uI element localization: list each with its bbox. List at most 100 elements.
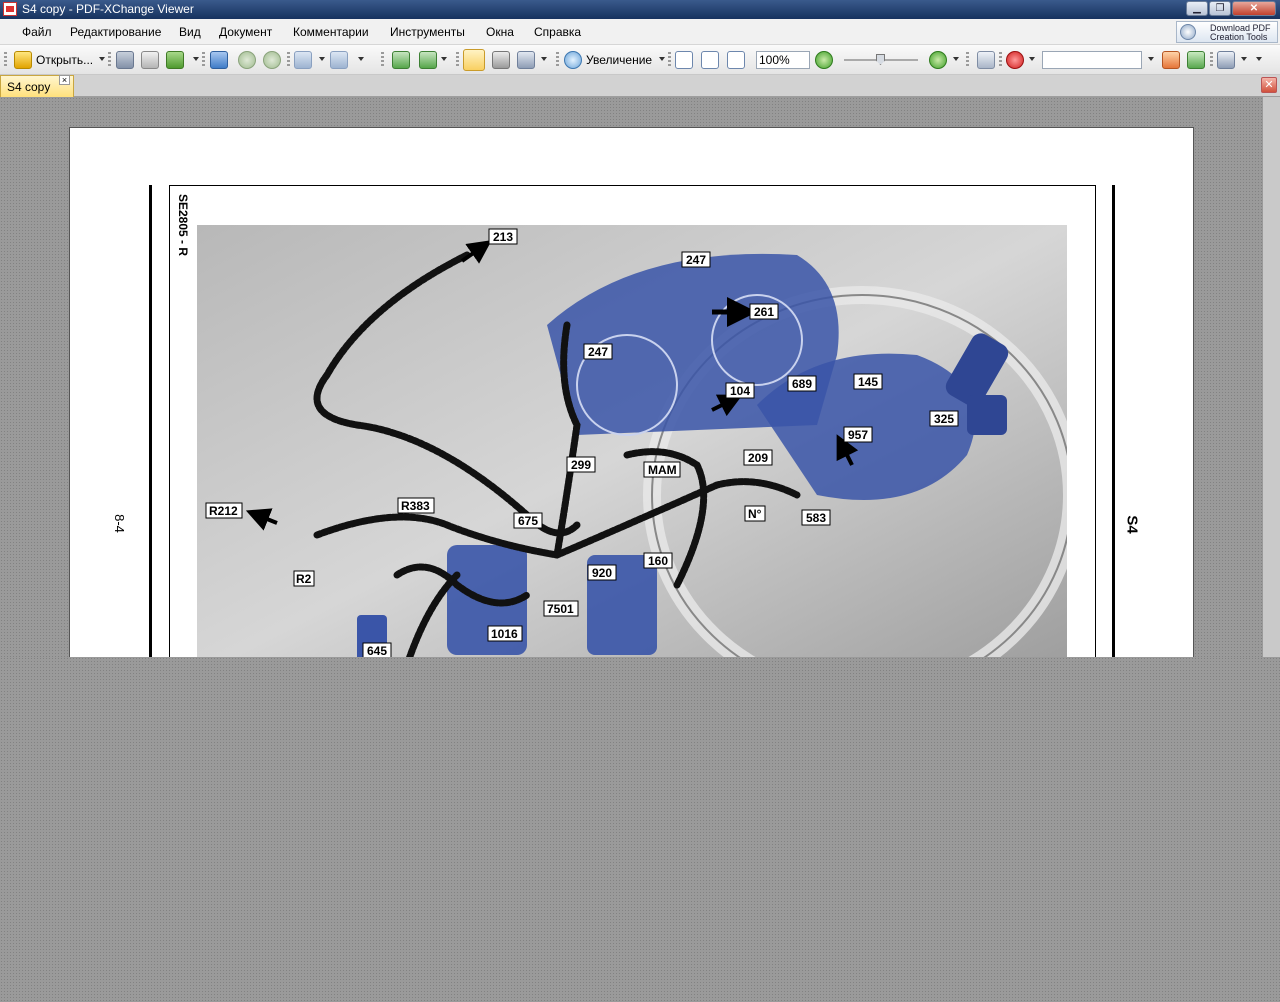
scan-icon[interactable]: [210, 51, 228, 69]
svg-text:583: 583: [806, 511, 826, 525]
rotate-dropdown-icon[interactable]: [441, 57, 447, 61]
svg-text:145: 145: [858, 375, 878, 389]
document-code: SE2805 - R: [176, 194, 190, 257]
toolbar-grip[interactable]: [4, 52, 7, 68]
svg-text:160: 160: [648, 554, 668, 568]
save-icon[interactable]: [116, 51, 134, 69]
document-tab-strip: S4 copy ×: [0, 75, 1280, 97]
svg-text:247: 247: [686, 253, 706, 267]
callout-label: 145: [853, 373, 883, 390]
callout-label: 247: [681, 251, 711, 268]
svg-text:MAM: MAM: [648, 463, 677, 477]
open-dropdown-icon[interactable]: [99, 57, 105, 61]
menu-windows[interactable]: Окна: [486, 25, 514, 39]
select-text-icon[interactable]: [517, 51, 535, 69]
promo-line-2: Creation Tools: [1210, 32, 1268, 42]
menu-document[interactable]: Документ: [219, 25, 272, 39]
forward-icon[interactable]: [263, 51, 281, 69]
svg-text:R212: R212: [209, 504, 238, 518]
callout-label: 104: [725, 382, 755, 399]
menu-file[interactable]: Файл: [22, 25, 52, 39]
export-icon[interactable]: [166, 51, 184, 69]
zoom-tool-dropdown-icon[interactable]: [659, 57, 665, 61]
svg-text:325: 325: [934, 412, 954, 426]
ask-dropdown-icon[interactable]: [1029, 57, 1035, 61]
menu-comments[interactable]: Комментарии: [293, 25, 369, 39]
tab-close-icon[interactable]: ×: [59, 75, 70, 85]
left-rule: [149, 185, 152, 673]
workspace-lower-area[interactable]: [0, 657, 1280, 1002]
find-input[interactable]: [1042, 51, 1142, 69]
svg-text:7501: 7501: [547, 602, 574, 616]
zoom-in-icon[interactable]: [929, 51, 947, 69]
open-button-label[interactable]: Открыть...: [36, 53, 93, 67]
svg-text:213: 213: [493, 230, 513, 244]
tools-icon[interactable]: [1217, 51, 1235, 69]
close-document-icon[interactable]: ✕: [1261, 77, 1277, 93]
zoom-level-input[interactable]: 100%: [756, 51, 810, 69]
search-next-icon[interactable]: [1187, 51, 1205, 69]
callout-label: 920: [587, 564, 617, 581]
toolbar-separator: [456, 52, 459, 68]
toolbar-separator: [108, 52, 111, 68]
menu-edit[interactable]: Редактирование: [70, 25, 161, 39]
redo-icon[interactable]: [330, 51, 348, 69]
svg-text:209: 209: [748, 451, 768, 465]
export-dropdown-icon[interactable]: [193, 57, 199, 61]
svg-text:675: 675: [518, 514, 538, 528]
vertical-scrollbar[interactable]: [1263, 97, 1280, 657]
ask-search-icon[interactable]: [1006, 51, 1024, 69]
tab-s4-copy[interactable]: S4 copy ×: [0, 75, 74, 97]
open-folder-icon[interactable]: [14, 51, 32, 69]
callout-label: 261: [749, 303, 779, 320]
toolbar-separator: [556, 52, 559, 68]
zoom-tool-label[interactable]: Увеличение: [586, 53, 652, 67]
undo-dropdown-icon[interactable]: [319, 57, 325, 61]
undo-icon[interactable]: [294, 51, 312, 69]
callout-label: 7501: [543, 600, 579, 617]
callout-label: 675: [513, 512, 543, 529]
fit-page-icon[interactable]: [701, 51, 719, 69]
svg-text:920: 920: [592, 566, 612, 580]
print-icon[interactable]: [141, 51, 159, 69]
callout-label: 213: [488, 228, 518, 245]
close-button[interactable]: ✕: [1232, 1, 1276, 16]
toolbar-separator: [202, 52, 205, 68]
minimize-button[interactable]: ▁: [1186, 1, 1208, 16]
zoom-out-icon[interactable]: [815, 51, 833, 69]
svg-text:645: 645: [367, 644, 387, 658]
menu-help[interactable]: Справка: [534, 25, 581, 39]
svg-text:261: 261: [754, 305, 774, 319]
zoom-in-dropdown-icon[interactable]: [953, 57, 959, 61]
redo-dropdown-icon[interactable]: [358, 57, 364, 61]
find-binoculars-icon[interactable]: [977, 51, 995, 69]
fit-width-icon[interactable]: [727, 51, 745, 69]
tools-dropdown-icon[interactable]: [1241, 57, 1247, 61]
callout-label: N°: [744, 505, 766, 522]
right-page-label: S4: [1123, 515, 1141, 534]
toolbar-overflow-icon[interactable]: [1256, 57, 1262, 61]
toolbar-separator: [1210, 52, 1213, 68]
maximize-button[interactable]: ❐: [1209, 1, 1231, 16]
left-page-label: 8-4: [111, 514, 127, 533]
svg-text:957: 957: [848, 428, 868, 442]
menu-tools[interactable]: Инструменты: [390, 25, 465, 39]
select-dropdown-icon[interactable]: [541, 57, 547, 61]
callout-label: 957: [843, 426, 873, 443]
actual-size-icon[interactable]: [675, 51, 693, 69]
rotate-page-icon[interactable]: [419, 51, 437, 69]
callout-label: 645: [362, 642, 392, 659]
search-prev-icon[interactable]: [1162, 51, 1180, 69]
toolbar-separator: [999, 52, 1002, 68]
hand-tool-icon[interactable]: [463, 49, 485, 71]
callout-label: R2: [293, 570, 315, 587]
zoom-tool-icon[interactable]: [564, 51, 582, 69]
menu-view[interactable]: Вид: [179, 25, 201, 39]
find-dropdown-icon[interactable]: [1148, 57, 1154, 61]
download-pdf-tools-button[interactable]: Download PDF Creation Tools: [1176, 21, 1278, 43]
rotate-icon[interactable]: [392, 51, 410, 69]
snapshot-icon[interactable]: [492, 51, 510, 69]
globe-icon: [1180, 24, 1196, 40]
back-icon[interactable]: [238, 51, 256, 69]
svg-text:689: 689: [792, 377, 812, 391]
